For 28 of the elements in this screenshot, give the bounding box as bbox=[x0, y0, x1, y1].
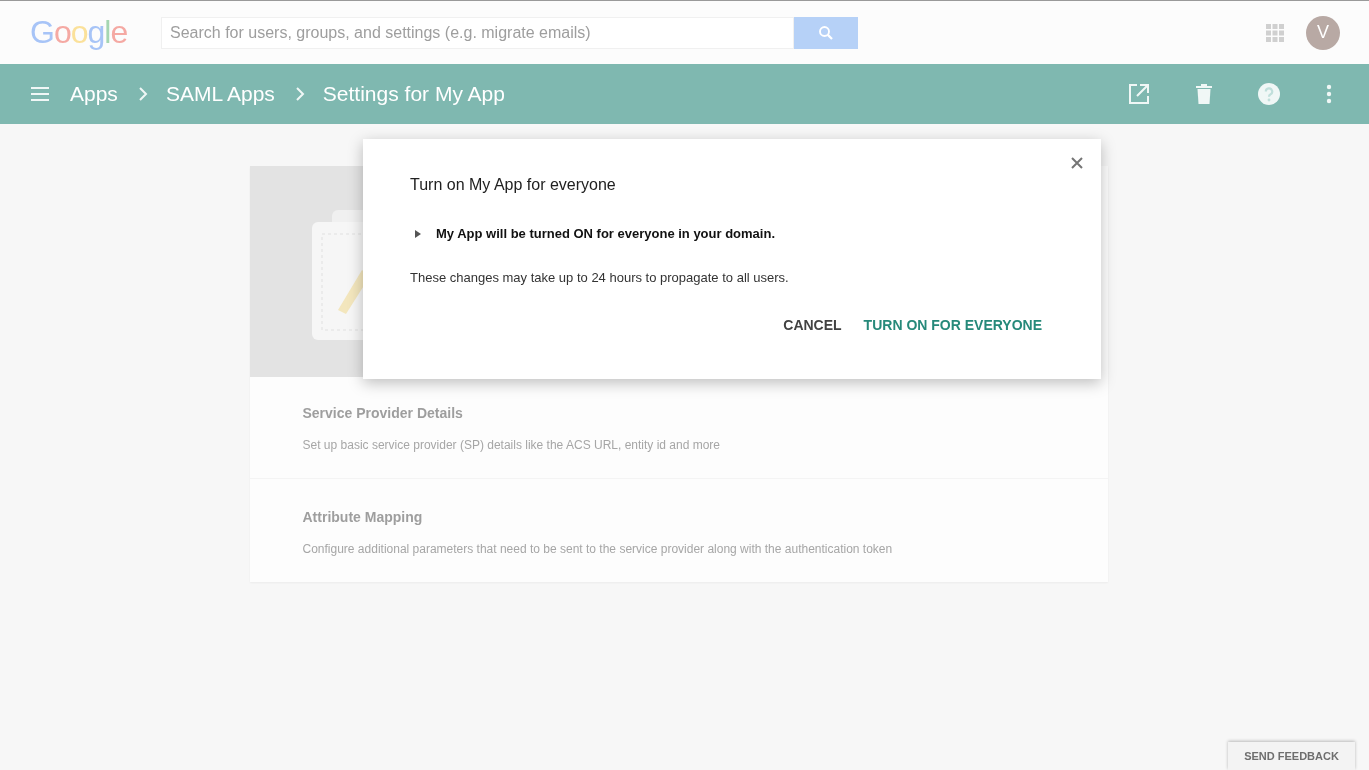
dialog-note: These changes may take up to 24 hours to propagate to all users. bbox=[410, 270, 790, 285]
external-link-icon[interactable] bbox=[1128, 83, 1150, 105]
cancel-button[interactable]: CANCEL bbox=[775, 311, 850, 339]
section-description: Set up basic service provider (SP) details like the ACS URL, entity id and more bbox=[302, 437, 722, 454]
trash-icon[interactable] bbox=[1196, 84, 1212, 104]
chevron-right-icon bbox=[294, 87, 305, 101]
search-icon bbox=[817, 23, 835, 42]
breadcrumb-item[interactable]: Apps bbox=[70, 82, 118, 106]
dialog-title: Turn on My App for everyone bbox=[410, 176, 617, 194]
apps-grid-icon[interactable] bbox=[1266, 23, 1284, 42]
chevron-right-icon bbox=[137, 87, 148, 101]
dialog-message: My App will be turned ON for everyone in your domain. bbox=[436, 226, 775, 241]
section-title[interactable]: Attribute Mapping bbox=[302, 509, 1055, 525]
menu-icon[interactable] bbox=[30, 86, 50, 102]
more-vertical-icon[interactable] bbox=[1326, 84, 1332, 104]
breadcrumb-item: Settings for My App bbox=[322, 82, 505, 106]
help-icon[interactable] bbox=[1258, 83, 1280, 105]
google-logo: Google bbox=[30, 14, 129, 51]
section-title[interactable]: Service Provider Details bbox=[302, 405, 1055, 421]
confirm-button[interactable]: TURN ON FOR EVERYONE bbox=[855, 311, 1050, 339]
send-feedback-button[interactable]: SEND FEEDBACK bbox=[1228, 742, 1355, 770]
section-description: Configure additional parameters that need to be sent to the service provider along with the authentication token bbox=[302, 541, 893, 558]
close-icon[interactable] bbox=[1071, 157, 1083, 169]
breadcrumb-item[interactable]: SAML Apps bbox=[165, 82, 275, 106]
user-avatar[interactable]: V bbox=[1306, 15, 1340, 50]
search-field[interactable]: Search for users, groups, and settings (e.g. migrate emails) bbox=[161, 16, 794, 49]
expand-arrow-icon[interactable] bbox=[415, 229, 421, 238]
search-button[interactable] bbox=[794, 16, 858, 49]
